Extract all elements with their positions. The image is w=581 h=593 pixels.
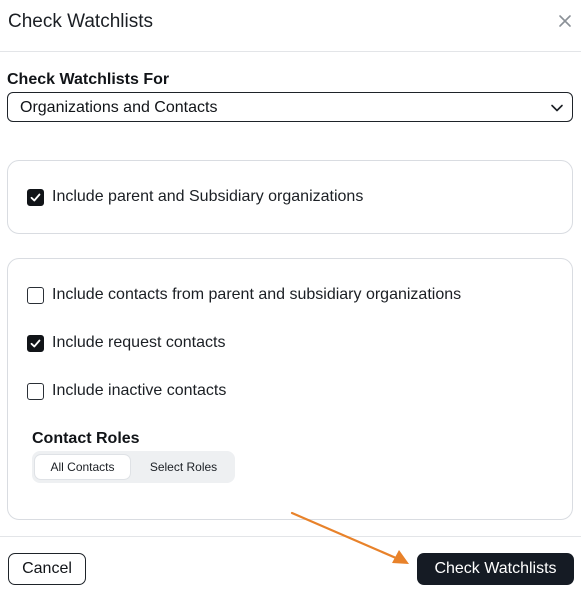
watchlist-for-select[interactable]: Organizations and Contacts [7,92,573,122]
include-request-contacts-checkbox[interactable]: Include request contacts [27,333,225,353]
contact-roles-label: Contact Roles [32,430,140,447]
dialog-title: Check Watchlists [8,11,153,32]
watchlist-for-value: Organizations and Contacts [20,99,218,116]
close-icon[interactable] [556,12,574,30]
include-parent-contacts-checkbox[interactable]: Include contacts from parent and subsidi… [27,285,461,305]
chevron-down-icon [550,101,564,115]
cancel-button[interactable]: Cancel [8,553,86,585]
check-watchlists-button[interactable]: Check Watchlists [417,553,574,585]
contact-roles-toggle: All Contacts Select Roles [32,451,235,483]
include-inactive-contacts-label: Include inactive contacts [52,382,227,399]
include-request-contacts-label: Include request contacts [52,334,226,351]
all-contacts-option[interactable]: All Contacts [35,455,130,479]
checkbox-checked-icon [27,334,44,352]
dialog-header: Check Watchlists [0,0,581,52]
select-roles-option[interactable]: Select Roles [136,455,231,479]
footer-divider [0,536,581,537]
include-parent-subsidiary-label: Include parent and Subsidiary organizati… [52,188,364,205]
include-parent-subsidiary-checkbox[interactable]: Include parent and Subsidiary organizati… [27,187,363,207]
checkbox-unchecked-icon [27,286,44,304]
include-parent-contacts-label: Include contacts from parent and subsidi… [52,286,462,303]
include-inactive-contacts-checkbox[interactable]: Include inactive contacts [27,381,226,401]
checkbox-unchecked-icon [27,382,44,400]
watchlist-for-label: Check Watchlists For [7,71,170,88]
checkbox-checked-icon [27,188,44,206]
